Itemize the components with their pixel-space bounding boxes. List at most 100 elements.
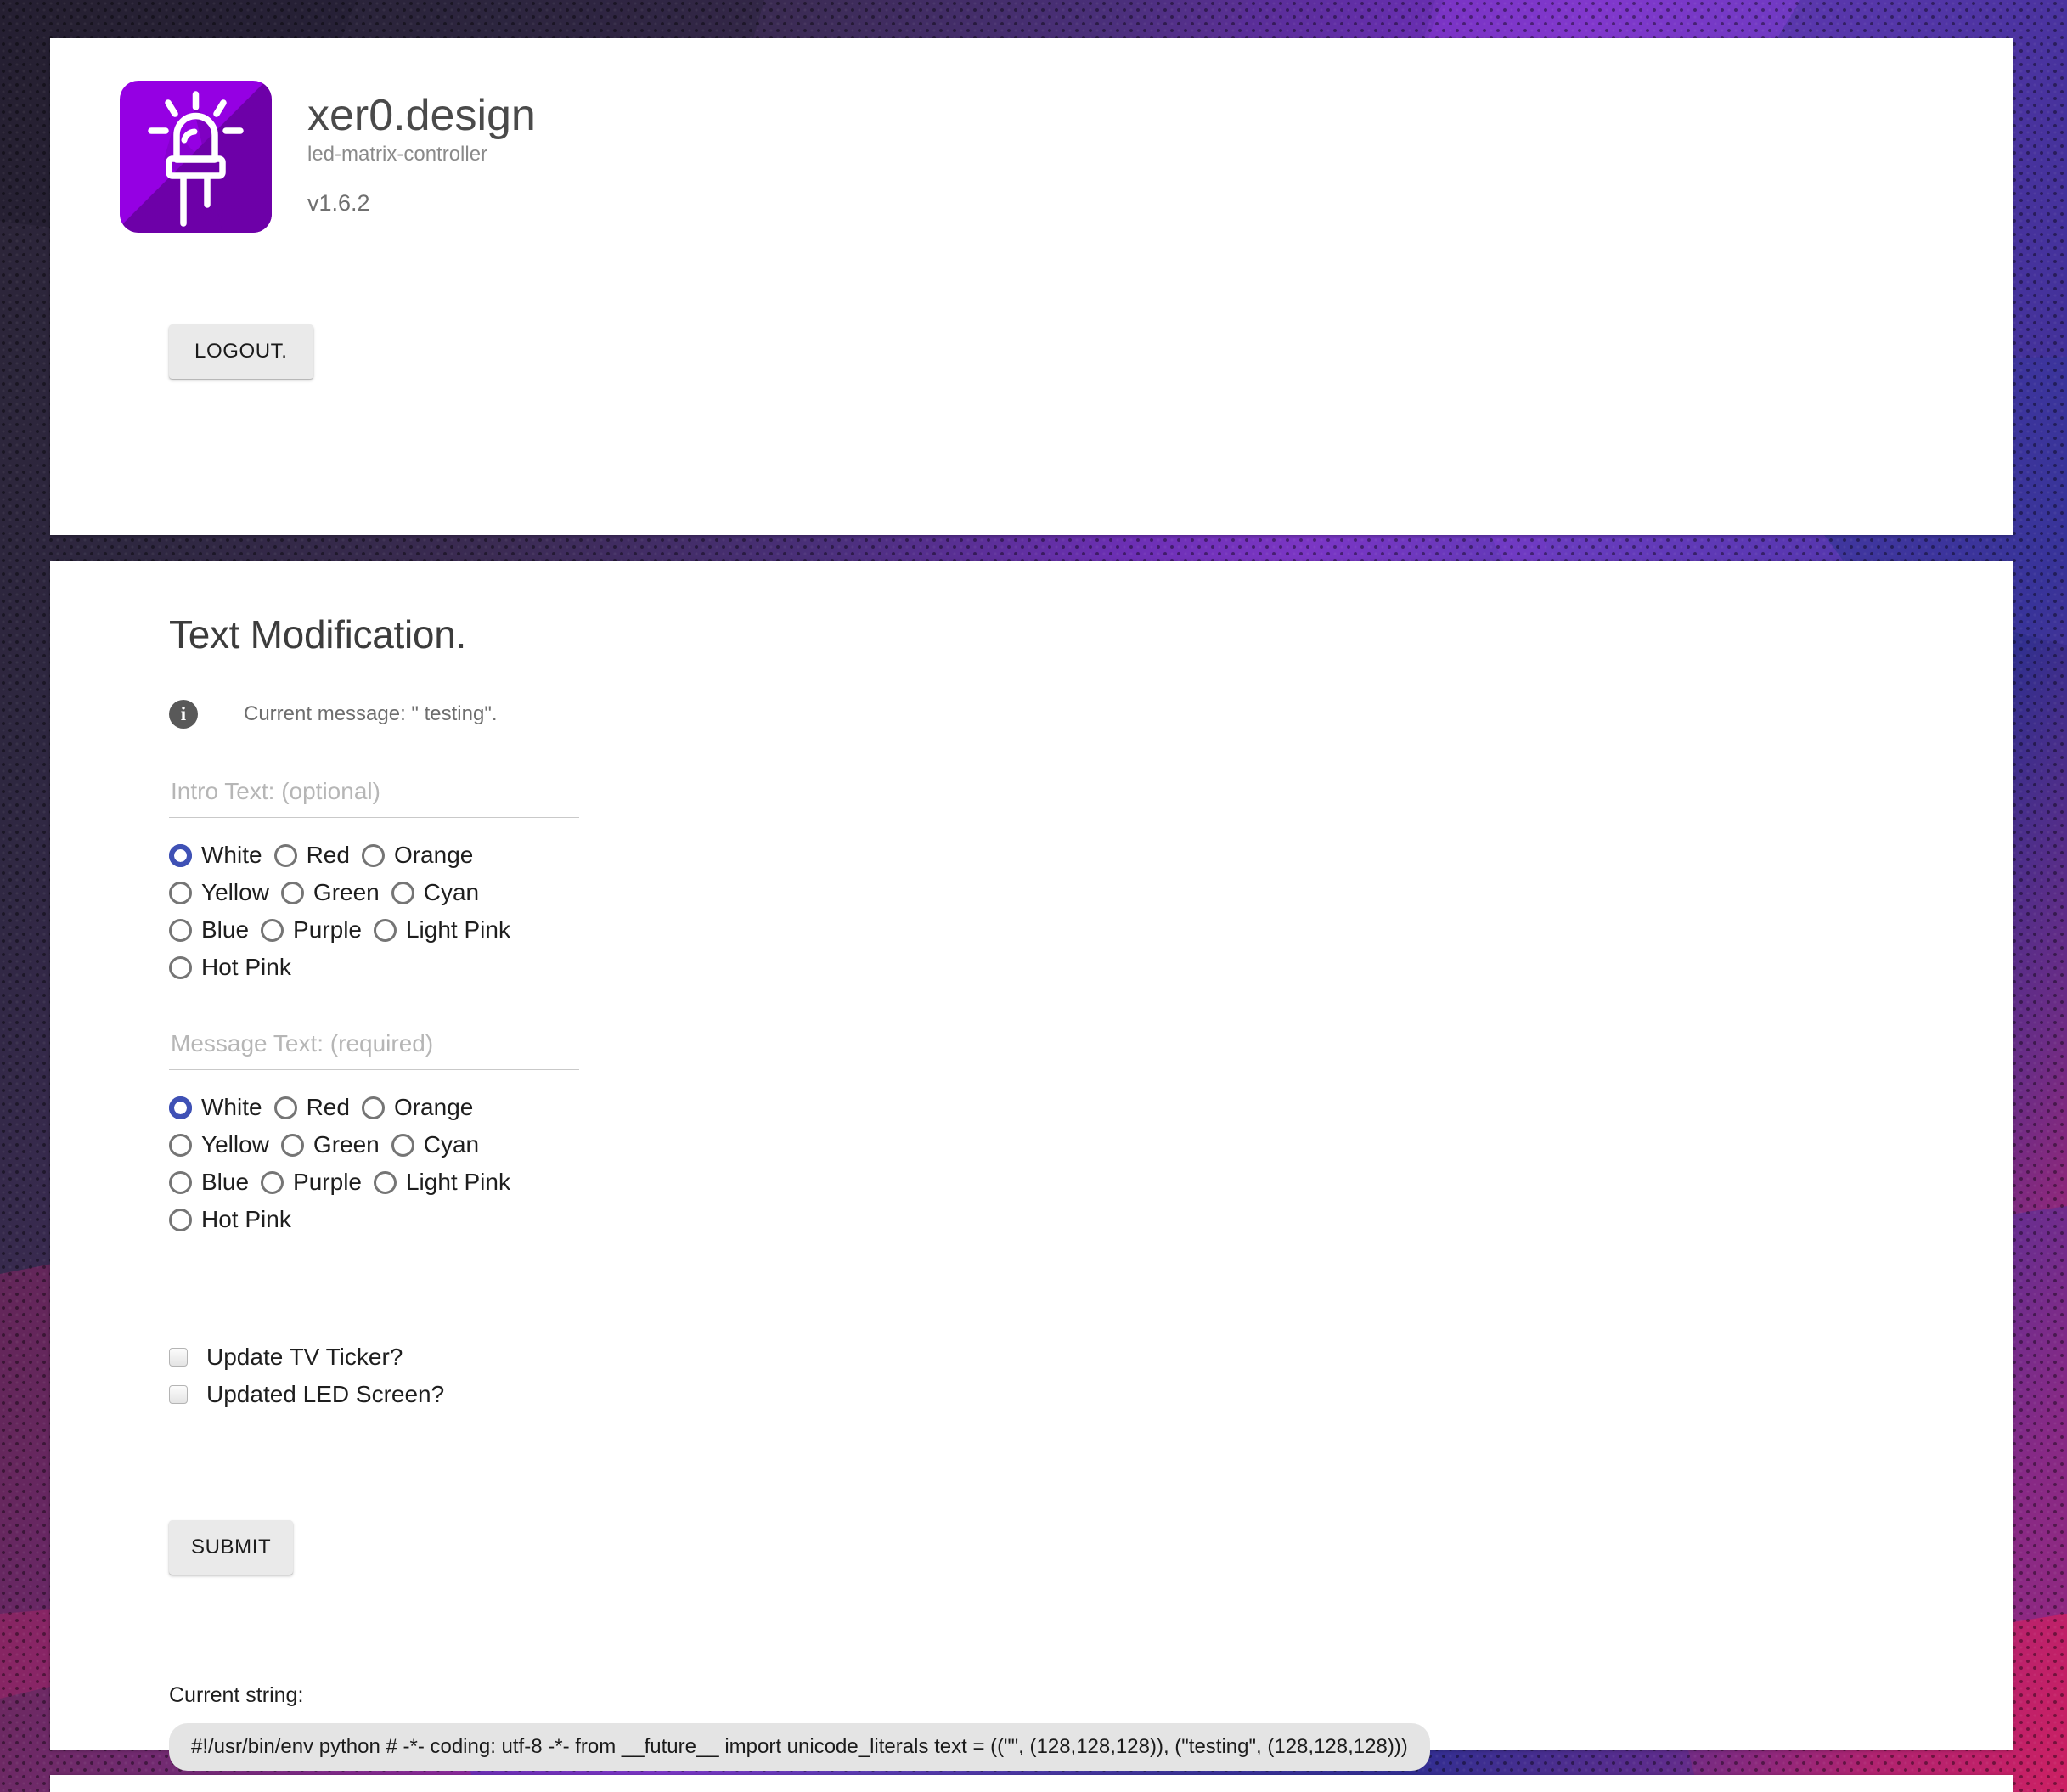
- message-text-field-wrap: [169, 1030, 579, 1070]
- radio-mark: [280, 1133, 304, 1157]
- current-message-row: i Current message: " testing".: [169, 700, 2013, 729]
- radio-message-light-pink[interactable]: Light Pink: [373, 1169, 510, 1196]
- radio-message-green[interactable]: Green: [280, 1131, 380, 1158]
- radio-mark: [361, 843, 385, 867]
- radio-label: Orange: [393, 1094, 474, 1120]
- radio-message-white[interactable]: White: [169, 1094, 262, 1121]
- radio-label: Yellow: [201, 879, 269, 905]
- radio-row: Yellow Green Cyan: [169, 1131, 2013, 1158]
- radio-row: Hot Pink: [169, 954, 2013, 981]
- message-text-input[interactable]: [169, 1030, 579, 1070]
- radio-label: White: [201, 842, 262, 868]
- app-version: v1.6.2: [307, 189, 370, 216]
- radio-message-hot-pink[interactable]: Hot Pink: [169, 1206, 291, 1233]
- message-color-radio-group: White Red Orange Yellow Green Cyan Blue Purple L…: [169, 1094, 2013, 1233]
- radio-mark: [169, 955, 192, 979]
- radio-label: Purple: [293, 1169, 362, 1195]
- form-inner: Text Modification. i Current message: " …: [50, 561, 2013, 1771]
- radio-row: Hot Pink: [169, 1206, 2013, 1233]
- radio-label: Red: [306, 842, 350, 868]
- radio-mark: [261, 918, 284, 942]
- radio-row: Blue Purple Light Pink: [169, 916, 2013, 944]
- radio-label: Green: [313, 1131, 380, 1158]
- radio-intro-orange[interactable]: Orange: [361, 842, 474, 869]
- radio-mark: [261, 1170, 284, 1194]
- brand-text-block: xer0.design led-matrix-controller v1.6.2: [307, 81, 536, 217]
- radio-message-yellow[interactable]: Yellow: [169, 1131, 269, 1158]
- radio-mark: [373, 918, 397, 942]
- radio-label: Cyan: [423, 879, 480, 905]
- intro-text-input[interactable]: [169, 778, 579, 818]
- radio-label: Green: [313, 879, 380, 905]
- current-string-value: #!/usr/bin/env python # -*- coding: utf-…: [169, 1723, 1430, 1771]
- radio-mark: [169, 1170, 192, 1194]
- radio-mark: [373, 1170, 397, 1194]
- radio-mark: [169, 1208, 192, 1231]
- radio-label: Orange: [393, 842, 474, 868]
- radio-intro-cyan[interactable]: Cyan: [391, 879, 479, 906]
- radio-mark: [169, 1096, 192, 1119]
- radio-mark: [169, 1133, 192, 1157]
- app-subtitle: led-matrix-controller: [307, 142, 488, 166]
- checkbox-mark: [169, 1385, 188, 1404]
- radio-label: Hot Pink: [201, 1206, 291, 1232]
- intro-text-field-wrap: [169, 778, 579, 818]
- radio-intro-green[interactable]: Green: [280, 879, 380, 906]
- radio-row: White Red Orange: [169, 1094, 2013, 1121]
- radio-mark: [391, 881, 414, 904]
- radio-message-purple[interactable]: Purple: [261, 1169, 362, 1196]
- radio-label: Yellow: [201, 1131, 269, 1158]
- radio-label: Hot Pink: [201, 954, 291, 980]
- radio-intro-hot-pink[interactable]: Hot Pink: [169, 954, 291, 981]
- radio-intro-blue[interactable]: Blue: [169, 916, 249, 944]
- current-string-label: Current string:: [169, 1683, 304, 1707]
- checkbox-label: Updated LED Screen?: [206, 1381, 445, 1407]
- radio-label: Blue: [201, 1169, 250, 1195]
- checkbox-update-tv-ticker[interactable]: Update TV Ticker?: [169, 1344, 2013, 1371]
- radio-message-orange[interactable]: Orange: [361, 1094, 474, 1121]
- logout-button[interactable]: LOGOUT.: [169, 324, 313, 379]
- current-string-block: Current string: #!/usr/bin/env python # …: [169, 1683, 2013, 1771]
- radio-message-red[interactable]: Red: [273, 1094, 350, 1121]
- radio-label: Red: [306, 1094, 350, 1120]
- radio-row: Yellow Green Cyan: [169, 879, 2013, 906]
- page-title: Text Modification.: [169, 612, 466, 657]
- checkbox-label: Update TV Ticker?: [206, 1344, 403, 1370]
- led-bulb-icon: [120, 81, 272, 233]
- radio-message-blue[interactable]: Blue: [169, 1169, 249, 1196]
- radio-label: Purple: [293, 916, 362, 943]
- radio-mark: [169, 843, 192, 867]
- radio-intro-white[interactable]: White: [169, 842, 262, 869]
- current-message-text: Current message: " testing".: [244, 702, 498, 725]
- checkbox-updated-led-screen[interactable]: Updated LED Screen?: [169, 1381, 2013, 1408]
- radio-label: White: [201, 1094, 262, 1120]
- header-card: xer0.design led-matrix-controller v1.6.2…: [50, 38, 2013, 535]
- intro-color-radio-group: White Red Orange Yellow Green Cyan Blue Purple L…: [169, 842, 2013, 981]
- info-icon: i: [169, 700, 198, 729]
- text-modification-card: Text Modification. i Current message: " …: [50, 561, 2013, 1771]
- radio-message-cyan[interactable]: Cyan: [391, 1131, 479, 1158]
- radio-intro-red[interactable]: Red: [273, 842, 350, 869]
- next-card-partial: [50, 1775, 2013, 1792]
- led-bulb-glyph: [148, 91, 272, 233]
- radio-mark: [273, 1096, 297, 1119]
- radio-mark: [273, 843, 297, 867]
- radio-row: White Red Orange: [169, 842, 2013, 869]
- radio-mark: [169, 918, 192, 942]
- radio-intro-yellow[interactable]: Yellow: [169, 879, 269, 906]
- radio-label: Light Pink: [405, 1169, 510, 1195]
- radio-label: Cyan: [423, 1131, 480, 1158]
- checkbox-mark: [169, 1348, 188, 1367]
- radio-mark: [169, 881, 192, 904]
- page-root: xer0.design led-matrix-controller v1.6.2…: [0, 0, 2067, 1792]
- radio-mark: [361, 1096, 385, 1119]
- radio-mark: [391, 1133, 414, 1157]
- radio-label: Blue: [201, 916, 250, 943]
- options-checkbox-group: Update TV Ticker? Updated LED Screen?: [169, 1344, 2013, 1408]
- radio-intro-purple[interactable]: Purple: [261, 916, 362, 944]
- submit-button[interactable]: SUBMIT: [169, 1520, 294, 1575]
- radio-intro-light-pink[interactable]: Light Pink: [373, 916, 510, 944]
- radio-row: Blue Purple Light Pink: [169, 1169, 2013, 1196]
- brand-row: xer0.design led-matrix-controller v1.6.2: [50, 81, 2013, 233]
- radio-mark: [280, 881, 304, 904]
